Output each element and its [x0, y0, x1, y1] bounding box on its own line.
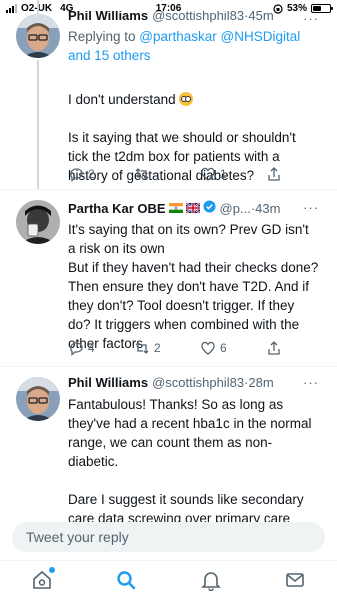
- tweet-time[interactable]: 45m: [248, 11, 273, 23]
- search-icon: [117, 571, 136, 590]
- nav-messages[interactable]: [284, 569, 306, 591]
- nav-notifications[interactable]: [200, 569, 222, 592]
- more-options-icon[interactable]: ···: [303, 375, 319, 390]
- tweet-text: Fantabulous! Thanks! So as long as they'…: [68, 397, 312, 522]
- share-button[interactable]: [266, 340, 332, 356]
- replying-to-mentions[interactable]: @parthaskar @NHSDigital: [139, 29, 300, 44]
- like-count: 6: [220, 341, 227, 355]
- tweet-time[interactable]: 43m: [255, 201, 280, 216]
- avatar[interactable]: [16, 14, 60, 58]
- nav-home[interactable]: [31, 567, 55, 591]
- notifications-icon: [201, 572, 221, 592]
- tweet-actions: 4 2 6: [68, 340, 332, 356]
- author-handle[interactable]: @p...: [220, 201, 251, 216]
- reply-button[interactable]: 2: [68, 166, 134, 182]
- reply-button[interactable]: 4: [68, 340, 134, 356]
- reply-placeholder: Tweet your reply: [26, 529, 129, 545]
- share-button[interactable]: [266, 166, 332, 182]
- divider: [0, 189, 337, 190]
- author-handle[interactable]: @scottishphil83: [152, 375, 244, 390]
- flushed-face-icon: [179, 92, 194, 106]
- nav-search[interactable]: [115, 569, 137, 591]
- tweet-text-line1: I don't understand: [68, 92, 176, 107]
- notification-dot: [49, 567, 55, 573]
- retweet-button[interactable]: 2: [134, 340, 200, 356]
- retweet-icon: [135, 168, 149, 180]
- tweet-time[interactable]: 28m: [248, 375, 273, 390]
- retweet-count: 2: [154, 341, 161, 355]
- retweet-button[interactable]: [134, 166, 200, 182]
- messages-icon: [286, 573, 304, 587]
- author-name[interactable]: Phil Williams: [68, 375, 148, 390]
- tweet-text: It's saying that on its own? Prev GD isn…: [68, 222, 319, 351]
- author-name[interactable]: Partha Kar OBE: [68, 201, 166, 216]
- india-flag-icon: [168, 203, 183, 213]
- like-button[interactable]: 6: [200, 340, 266, 356]
- author-handle[interactable]: @scottishphil83: [152, 11, 244, 23]
- divider: [0, 366, 337, 367]
- verified-badge-icon: [203, 200, 216, 213]
- tweet-text: I don't understand: [68, 71, 329, 109]
- thread-line: [37, 60, 39, 190]
- avatar[interactable]: [16, 377, 60, 421]
- like-count: 1: [220, 167, 227, 181]
- reply-input[interactable]: Tweet your reply: [12, 522, 325, 552]
- avatar[interactable]: [16, 200, 60, 244]
- tweet-body: Phil Williams @scottishphil83 · 28m ··· …: [68, 375, 329, 522]
- heart-icon: [201, 341, 215, 355]
- more-options-icon[interactable]: ···: [303, 11, 319, 26]
- author-name[interactable]: Phil Williams: [68, 11, 148, 23]
- replying-to-prefix: Replying to: [68, 29, 140, 44]
- replying-to-others[interactable]: and 15 others: [68, 48, 151, 63]
- more-options-icon[interactable]: ···: [303, 200, 319, 215]
- replying-to: Replying to @parthaskar @NHSDigital and …: [68, 27, 329, 65]
- tweet-header: Phil Williams @scottishphil83 · 28m: [68, 375, 329, 393]
- tweet-header: Phil Williams @scottishphil83 · 45m: [68, 11, 329, 23]
- tweet-actions: 2 1: [68, 166, 332, 182]
- like-button[interactable]: 1: [200, 166, 266, 182]
- tweet-body: Phil Williams @scottishphil83 · 45m ··· …: [68, 11, 329, 185]
- thread-line-top: [37, 0, 39, 14]
- reply-count: 4: [88, 341, 95, 355]
- avatar-partha-kar: [16, 200, 60, 244]
- reply-count: 2: [88, 167, 95, 181]
- bottom-nav: [0, 560, 337, 600]
- share-icon: [268, 167, 280, 181]
- heart-icon: [201, 167, 215, 181]
- avatar-phil-williams: [16, 14, 60, 58]
- reply-icon: [70, 168, 83, 182]
- uk-flag-icon: [185, 203, 200, 213]
- reply-icon: [70, 342, 83, 356]
- tweet-header: Partha Kar OBE @p... · 43m: [68, 200, 329, 218]
- tweet-body: Partha Kar OBE @p... · 43m ··· It's sayi…: [68, 200, 329, 353]
- retweet-icon: [135, 342, 149, 354]
- share-icon: [268, 341, 280, 355]
- avatar-phil-williams: [16, 377, 60, 421]
